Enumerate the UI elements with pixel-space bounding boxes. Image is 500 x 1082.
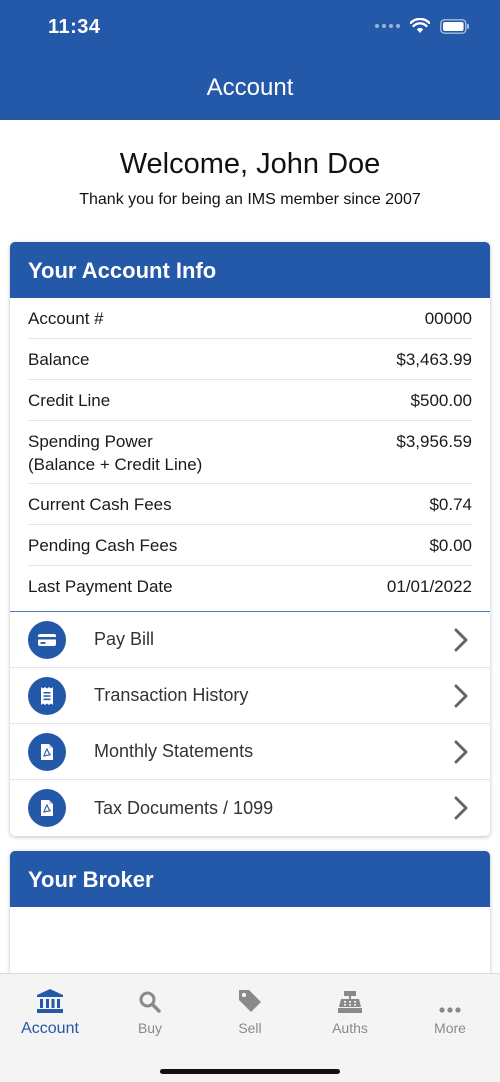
info-row-credit-line: Credit Line $500.00 — [28, 380, 472, 421]
bank-icon — [0, 986, 100, 1014]
tab-sell[interactable]: Sell — [200, 986, 300, 1036]
pay-bill-button[interactable]: Pay Bill — [10, 612, 490, 668]
account-info-card: Your Account Info Account # 00000 Balanc… — [10, 242, 490, 836]
tab-more[interactable]: More — [400, 986, 500, 1036]
pdf-file-icon — [28, 789, 66, 827]
tab-label: More — [434, 1020, 466, 1036]
tab-label: Buy — [137, 1020, 163, 1036]
account-info-rows: Account # 00000 Balance $3,463.99 Credit… — [10, 298, 490, 611]
tab-label: Auths — [332, 1020, 368, 1036]
transaction-history-button[interactable]: Transaction History — [10, 668, 490, 724]
page-title: Account — [206, 74, 294, 101]
info-label: Credit Line — [28, 391, 111, 410]
chevron-right-icon — [454, 740, 468, 763]
chevron-right-icon — [454, 628, 468, 651]
tab-bar: Account Buy Sell Auths More — [0, 973, 500, 1082]
info-label-main: Spending Power — [28, 432, 153, 451]
welcome-greeting: Welcome, John Doe — [119, 148, 381, 180]
chevron-right-icon — [454, 684, 468, 707]
info-value: 00000 — [424, 309, 472, 328]
wifi-icon — [410, 18, 430, 33]
home-indicator — [160, 1069, 340, 1074]
broker-card: Your Broker — [10, 851, 490, 976]
credit-card-icon — [28, 620, 66, 659]
info-row-current-cash-fees: Current Cash Fees $0.74 — [28, 484, 472, 525]
info-label: Last Payment Date — [28, 577, 173, 596]
tax-documents-button[interactable]: Tax Documents / 1099 — [10, 780, 490, 836]
pdf-file-icon — [28, 732, 66, 771]
info-row-pending-cash-fees: Pending Cash Fees $0.00 — [28, 525, 472, 566]
chevron-right-icon — [454, 796, 468, 820]
info-value: $500.00 — [410, 391, 472, 410]
tag-icon — [200, 986, 300, 1014]
battery-icon — [440, 18, 469, 34]
more-dots-icon — [400, 986, 500, 1014]
status-icons — [375, 18, 470, 34]
info-label: Pending Cash Fees — [28, 536, 178, 555]
signal-dots-icon — [375, 24, 400, 28]
broker-title: Your Broker — [10, 851, 490, 907]
action-label: Pay Bill — [94, 629, 155, 649]
top-bar: 11:34 Account — [0, 0, 500, 120]
info-label: Account # — [28, 309, 104, 328]
info-value: $3,463.99 — [396, 350, 472, 369]
search-icon — [100, 986, 200, 1014]
info-label: Current Cash Fees — [28, 495, 172, 514]
info-value: $0.00 — [429, 536, 472, 555]
tab-label: Account — [21, 1020, 79, 1037]
action-label: Monthly Statements — [94, 741, 254, 761]
action-label: Transaction History — [94, 685, 249, 705]
account-info-title: Your Account Info — [10, 242, 490, 298]
info-row-spending-power: Spending Power (Balance + Credit Line) $… — [28, 421, 472, 484]
tab-label: Sell — [238, 1020, 262, 1036]
cash-register-icon — [300, 986, 400, 1014]
info-row-balance: Balance $3,463.99 — [28, 339, 472, 380]
member-since-text: Thank you for being an IMS member since … — [79, 191, 421, 208]
action-label: Tax Documents / 1099 — [94, 797, 274, 818]
info-row-account-number: Account # 00000 — [28, 298, 472, 339]
info-row-last-payment-date: Last Payment Date 01/01/2022 — [28, 566, 472, 611]
monthly-statements-button[interactable]: Monthly Statements — [10, 724, 490, 780]
info-value: $0.74 — [429, 495, 472, 514]
section-divider — [10, 611, 490, 612]
info-label: Spending Power (Balance + Credit Line) — [28, 432, 202, 475]
tab-buy[interactable]: Buy — [100, 986, 200, 1036]
info-value: 01/01/2022 — [386, 577, 472, 596]
info-label: Balance — [28, 350, 90, 369]
tab-auths[interactable]: Auths — [300, 986, 400, 1036]
info-label-sub: (Balance + Credit Line) — [28, 455, 203, 474]
status-time: 11:34 — [48, 16, 101, 38]
receipt-icon — [28, 676, 66, 715]
tab-account[interactable]: Account — [0, 986, 100, 1038]
info-value: $3,956.59 — [396, 432, 472, 451]
